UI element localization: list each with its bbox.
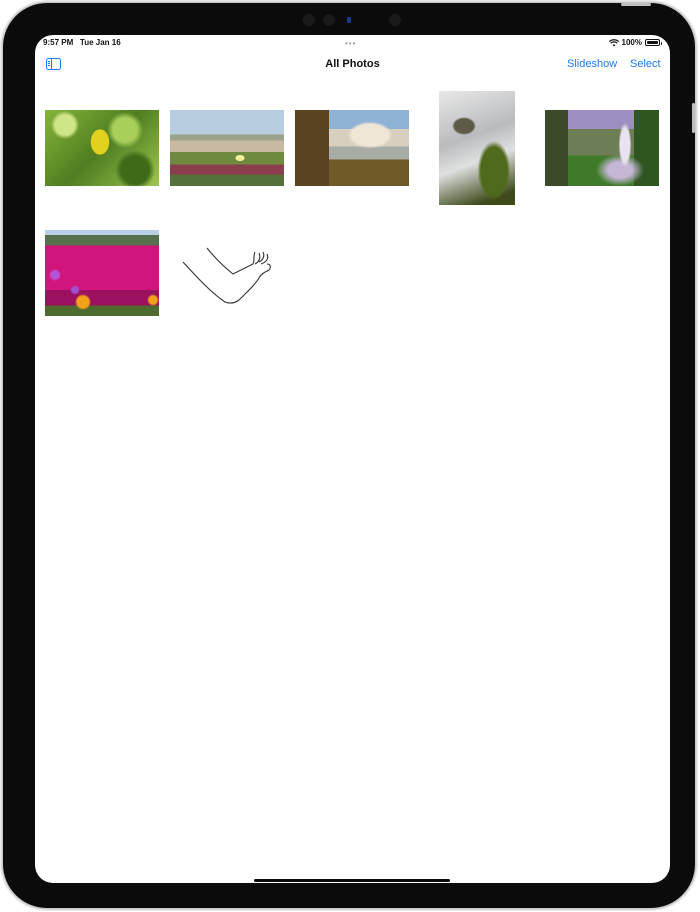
photo-thumbnail-waterfall-closeup[interactable]	[439, 91, 515, 205]
photo-thumbnail-leaves[interactable]	[45, 110, 159, 186]
screen: 9:57 PM Tue Jan 16 100% ••• All Photos S…	[35, 35, 670, 883]
camera-sensors	[303, 12, 413, 28]
photo-thumbnail-dunes[interactable]	[170, 110, 284, 186]
multitasking-dots[interactable]: •••	[345, 39, 356, 48]
battery-percent: 100%	[621, 38, 642, 47]
photo-thumbnail-waterfall-cliff[interactable]	[295, 110, 409, 186]
volume-button	[692, 103, 695, 133]
wifi-icon	[608, 38, 619, 46]
slideshow-button[interactable]: Slideshow	[567, 58, 617, 70]
status-right: 100%	[608, 38, 662, 47]
battery-full-icon	[645, 39, 662, 46]
top-button	[621, 3, 651, 6]
photo-thumbnail-waterfall-valley[interactable]	[545, 110, 659, 186]
ipad-device-frame: 9:57 PM Tue Jan 16 100% ••• All Photos S…	[3, 3, 695, 908]
select-button[interactable]: Select	[630, 58, 661, 70]
navigation-bar: All Photos Slideshow Select	[35, 53, 670, 77]
photo-thumbnail-arm-sketch[interactable]	[175, 240, 275, 310]
status-time: 9:57 PM Tue Jan 16	[43, 38, 121, 47]
home-indicator[interactable]	[254, 879, 450, 882]
photo-thumbnail-flowers[interactable]	[45, 230, 159, 316]
